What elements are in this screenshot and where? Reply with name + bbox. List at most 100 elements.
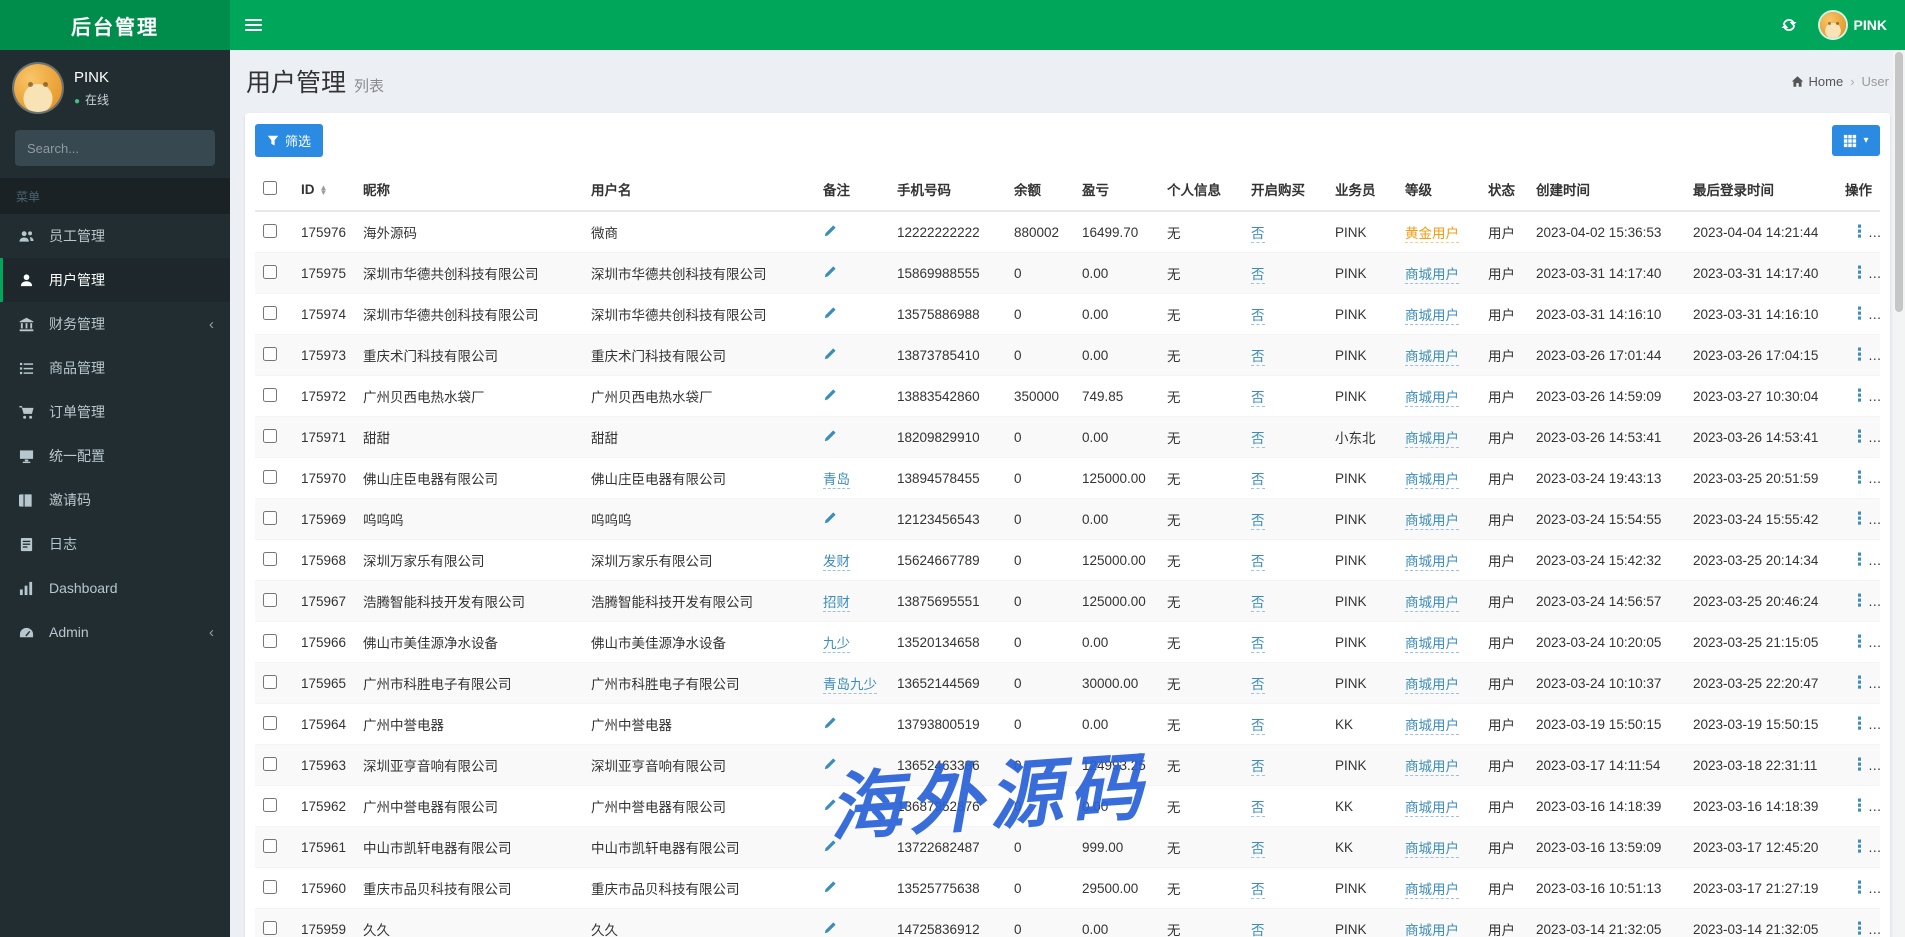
sidebar-item-finance[interactable]: 财务管理 ‹ (0, 302, 230, 346)
row-actions-button[interactable]: ⋮ (1845, 509, 1874, 528)
sidebar-item-dashboard[interactable]: Dashboard (0, 566, 230, 610)
edit-remark-pencil-icon[interactable] (823, 716, 837, 730)
row-actions-button[interactable]: ⋮ (1845, 550, 1874, 569)
scrollbar-thumb[interactable] (1895, 52, 1903, 312)
remark-link[interactable]: 招财 (823, 595, 850, 612)
edit-remark-pencil-icon[interactable] (823, 306, 837, 320)
enable-buy-editable[interactable]: 否 (1251, 800, 1265, 817)
row-checkbox[interactable] (263, 510, 277, 525)
enable-buy-editable[interactable]: 否 (1251, 718, 1265, 735)
level-editable[interactable]: 商城用户 (1405, 472, 1459, 489)
row-checkbox[interactable] (263, 223, 277, 238)
edit-remark-pencil-icon[interactable] (823, 839, 837, 853)
row-checkbox[interactable] (263, 633, 277, 648)
row-actions-button[interactable]: ⋮ (1845, 796, 1874, 815)
row-checkbox[interactable] (263, 756, 277, 771)
enable-buy-editable[interactable]: 否 (1251, 554, 1265, 571)
enable-buy-editable[interactable]: 否 (1251, 841, 1265, 858)
row-actions-button[interactable]: ⋮ (1845, 837, 1874, 856)
edit-remark-pencil-icon[interactable] (823, 429, 837, 443)
enable-buy-editable[interactable]: 否 (1251, 390, 1265, 407)
row-checkbox[interactable] (263, 838, 277, 853)
edit-remark-pencil-icon[interactable] (823, 265, 837, 279)
enable-buy-editable[interactable]: 否 (1251, 759, 1265, 776)
level-editable[interactable]: 商城用户 (1405, 390, 1459, 407)
level-editable[interactable]: 商城用户 (1405, 800, 1459, 817)
level-editable[interactable]: 商城用户 (1405, 923, 1459, 937)
row-checkbox[interactable] (263, 592, 277, 607)
row-actions-button[interactable]: ⋮ (1845, 427, 1874, 446)
level-editable[interactable]: 商城用户 (1405, 267, 1459, 284)
row-actions-button[interactable]: ⋮ (1845, 673, 1874, 692)
row-checkbox[interactable] (263, 551, 277, 566)
edit-remark-pencil-icon[interactable] (823, 388, 837, 402)
level-editable[interactable]: 商城用户 (1405, 718, 1459, 735)
row-actions-button[interactable]: ⋮ (1845, 632, 1874, 651)
level-editable[interactable]: 商城用户 (1405, 349, 1459, 366)
sidebar-item-employee[interactable]: 员工管理 (0, 214, 230, 258)
sidebar-item-invite[interactable]: 邀请码 (0, 478, 230, 522)
columns-dropdown-button[interactable]: ▾ (1832, 125, 1880, 156)
row-checkbox[interactable] (263, 469, 277, 484)
enable-buy-editable[interactable]: 否 (1251, 349, 1265, 366)
row-checkbox[interactable] (263, 264, 277, 279)
sidebar-item-log[interactable]: 日志 (0, 522, 230, 566)
row-actions-button[interactable]: ⋮ (1845, 386, 1874, 405)
sidebar-toggle-button[interactable] (230, 0, 276, 50)
row-checkbox[interactable] (263, 428, 277, 443)
level-editable[interactable]: 商城用户 (1405, 882, 1459, 899)
row-actions-button[interactable]: ⋮ (1845, 755, 1874, 774)
row-actions-button[interactable]: ⋮ (1845, 919, 1874, 937)
sidebar-user-status[interactable]: ● 在线 (74, 91, 109, 108)
level-editable[interactable]: 商城用户 (1405, 595, 1459, 612)
row-actions-button[interactable]: ⋮ (1845, 468, 1874, 487)
refresh-button[interactable] (1768, 0, 1810, 50)
row-actions-button[interactable]: ⋮ (1845, 345, 1874, 364)
row-checkbox[interactable] (263, 920, 277, 935)
sidebar-item-order[interactable]: 订单管理 (0, 390, 230, 434)
sidebar-item-goods[interactable]: 商品管理 (0, 346, 230, 390)
edit-remark-pencil-icon[interactable] (823, 757, 837, 771)
select-all-checkbox[interactable] (263, 180, 277, 195)
row-actions-button[interactable]: ⋮ (1845, 591, 1874, 610)
remark-link[interactable]: 九少 (823, 636, 850, 653)
edit-remark-pencil-icon[interactable] (823, 224, 837, 238)
row-actions-button[interactable]: ⋮ (1845, 304, 1874, 323)
enable-buy-editable[interactable]: 否 (1251, 431, 1265, 448)
edit-remark-pencil-icon[interactable] (823, 511, 837, 525)
vertical-scrollbar[interactable] (1893, 50, 1905, 937)
row-checkbox[interactable] (263, 879, 277, 894)
level-editable[interactable]: 商城用户 (1405, 554, 1459, 571)
row-checkbox[interactable] (263, 305, 277, 320)
row-actions-button[interactable]: ⋮ (1845, 878, 1874, 897)
sidebar-item-config[interactable]: 统一配置 (0, 434, 230, 478)
row-checkbox[interactable] (263, 674, 277, 689)
edit-remark-pencil-icon[interactable] (823, 921, 837, 935)
row-checkbox[interactable] (263, 387, 277, 402)
level-editable[interactable]: 商城用户 (1405, 759, 1459, 776)
enable-buy-editable[interactable]: 否 (1251, 923, 1265, 937)
row-checkbox[interactable] (263, 346, 277, 361)
enable-buy-editable[interactable]: 否 (1251, 226, 1265, 243)
sidebar-item-user[interactable]: 用户管理 (0, 258, 230, 302)
edit-remark-pencil-icon[interactable] (823, 798, 837, 812)
row-actions-button[interactable]: ⋮ (1845, 263, 1874, 282)
remark-link[interactable]: 青岛九少 (823, 677, 877, 694)
enable-buy-editable[interactable]: 否 (1251, 308, 1265, 325)
enable-buy-editable[interactable]: 否 (1251, 267, 1265, 284)
level-editable[interactable]: 商城用户 (1405, 636, 1459, 653)
row-actions-button[interactable]: ⋮ (1845, 222, 1874, 241)
enable-buy-editable[interactable]: 否 (1251, 513, 1265, 530)
remark-link[interactable]: 青岛 (823, 472, 850, 489)
level-editable[interactable]: 商城用户 (1405, 841, 1459, 858)
enable-buy-editable[interactable]: 否 (1251, 472, 1265, 489)
enable-buy-editable[interactable]: 否 (1251, 882, 1265, 899)
edit-remark-pencil-icon[interactable] (823, 880, 837, 894)
enable-buy-editable[interactable]: 否 (1251, 636, 1265, 653)
remark-link[interactable]: 发财 (823, 554, 850, 571)
row-actions-button[interactable]: ⋮ (1845, 714, 1874, 733)
header-id[interactable]: ID ▲ ▼ (293, 168, 355, 212)
sort-icon[interactable]: ▲ ▼ (320, 183, 328, 196)
user-menu[interactable]: PINK (1810, 0, 1905, 50)
breadcrumb-home[interactable]: Home (1791, 74, 1843, 89)
